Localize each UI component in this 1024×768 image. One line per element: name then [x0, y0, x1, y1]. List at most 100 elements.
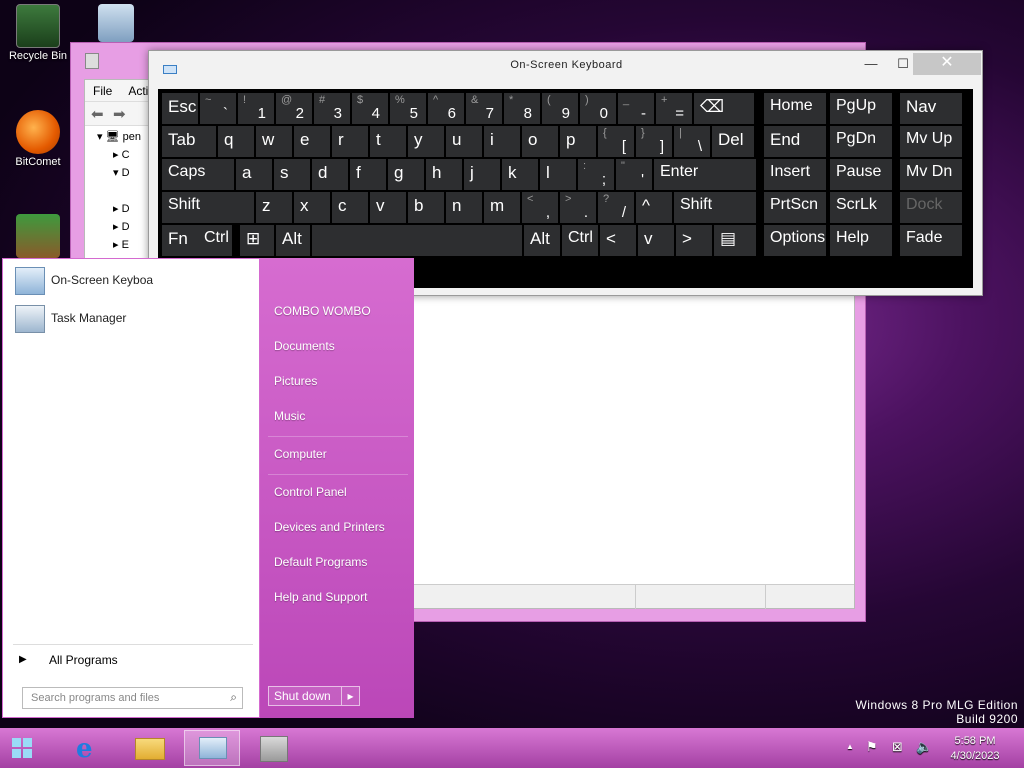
key-w[interactable]: w [256, 126, 292, 157]
key-symbol[interactable]: ? / [598, 192, 634, 223]
program-task-manager[interactable]: Task Manager [15, 303, 255, 337]
key-u[interactable]: u [446, 126, 482, 157]
key-symbol[interactable]: :; [578, 159, 614, 190]
key-symbol[interactable]: ⌫ [694, 93, 754, 124]
key-symbol[interactable]: ^ [636, 192, 672, 223]
back-arrow-icon[interactable]: ⬅ [91, 105, 104, 123]
key-enter[interactable]: Enter [654, 159, 756, 190]
key-f[interactable]: f [350, 159, 386, 190]
key-n[interactable]: n [446, 192, 482, 223]
desktop-icon-recycle-bin[interactable]: Recycle Bin [6, 4, 70, 62]
key-j[interactable]: j [464, 159, 500, 190]
key-dock[interactable]: Dock [900, 192, 962, 223]
key-symbol[interactable]: | \ [674, 126, 710, 157]
desktop-icon-bitcomet[interactable]: BitComet [6, 110, 70, 168]
key-symbol[interactable]: }] [636, 126, 672, 157]
key-c[interactable]: c [332, 192, 368, 223]
network-status-icon[interactable]: ⊠ [892, 739, 903, 755]
close-button[interactable]: ✕ [913, 53, 981, 75]
key-insert[interactable]: Insert [764, 159, 826, 190]
key-b[interactable]: b [408, 192, 444, 223]
key-page-down[interactable]: PgDn [830, 126, 892, 157]
key-s[interactable]: s [274, 159, 310, 190]
key-fade[interactable]: Fade [900, 225, 962, 256]
key-pause[interactable]: Pause [830, 159, 892, 190]
key-p[interactable]: p [560, 126, 596, 157]
taskbar-internet-explorer[interactable]: e [62, 730, 118, 766]
key-i[interactable]: i [484, 126, 520, 157]
key-move-down[interactable]: Mv Dn [900, 159, 962, 190]
key-symbol[interactable]: " ' [616, 159, 652, 190]
key-shift[interactable]: Shift [162, 192, 254, 223]
key-a[interactable]: a [236, 159, 272, 190]
key-alt[interactable]: Alt [276, 225, 310, 256]
key-scroll-lock[interactable]: ScrLk [830, 192, 892, 223]
tree-item[interactable]: ▸ D [113, 202, 130, 215]
key-move-up[interactable]: Mv Up [900, 126, 962, 157]
key-symbol[interactable]: {[ [598, 126, 634, 157]
key-symbol[interactable]: + = [656, 93, 692, 124]
key-shift[interactable]: Shift [674, 192, 756, 223]
tree-item[interactable]: ▸ E [113, 238, 129, 251]
taskbar-file-explorer[interactable] [122, 730, 178, 766]
key-symbol[interactable]: >. [560, 192, 596, 223]
key-home[interactable]: Home [764, 93, 826, 124]
start-link-help-and-support[interactable]: Help and Support [274, 590, 367, 604]
key-t[interactable]: t [370, 126, 406, 157]
key-help[interactable]: Help [830, 225, 892, 256]
start-button[interactable] [4, 730, 44, 766]
key-page-up[interactable]: PgUp [830, 93, 892, 124]
key-symbol[interactable]: ⊞ [240, 225, 274, 256]
program-on-screen-keyboard[interactable]: On-Screen Keyboa [15, 265, 255, 299]
key-end[interactable]: End [764, 126, 826, 157]
search-input[interactable]: Search programs and files ⌕ [22, 687, 243, 709]
start-link-pictures[interactable]: Pictures [274, 374, 317, 388]
key-y[interactable]: y [408, 126, 444, 157]
key-v[interactable]: v [638, 225, 674, 256]
forward-arrow-icon[interactable]: ➡ [113, 105, 126, 123]
start-link-music[interactable]: Music [274, 409, 305, 423]
key-4[interactable]: $4 [352, 93, 388, 124]
key-delete[interactable]: Del [712, 126, 754, 157]
minimize-button[interactable]: ― [857, 54, 885, 76]
start-link-computer[interactable]: Computer [274, 447, 327, 461]
key-d[interactable]: d [312, 159, 348, 190]
key-k[interactable]: k [502, 159, 538, 190]
key-symbol[interactable]: <, [522, 192, 558, 223]
key-9[interactable]: (9 [542, 93, 578, 124]
key-escape[interactable]: Esc [162, 93, 198, 124]
key-h[interactable]: h [426, 159, 462, 190]
taskbar-device-manager[interactable] [246, 730, 302, 766]
clock[interactable]: 5:58 PM 4/30/2023 [940, 734, 1010, 764]
key-symbol[interactable]: _ - [618, 93, 654, 124]
start-link-default-programs[interactable]: Default Programs [274, 555, 367, 569]
key-tab[interactable]: Tab [162, 126, 216, 157]
key-x[interactable]: x [294, 192, 330, 223]
tree-item[interactable]: ▾ 🖥 pen [97, 130, 141, 143]
key-6[interactable]: ^ 6 [428, 93, 464, 124]
key-r[interactable]: r [332, 126, 368, 157]
key-0[interactable]: ) 0 [580, 93, 616, 124]
start-link-documents[interactable]: Documents [274, 339, 335, 353]
key-3[interactable]: #3 [314, 93, 350, 124]
start-link-combo-wombo[interactable]: COMBO WOMBO [274, 304, 371, 318]
key-print-screen[interactable]: PrtScn [764, 192, 826, 223]
key-caps-lock[interactable]: Caps [162, 159, 234, 190]
key-symbol[interactable]: > [676, 225, 712, 256]
desktop-icon-gopher[interactable] [6, 214, 70, 260]
show-hidden-icons-chevron-icon[interactable]: ▲ [846, 742, 854, 751]
key-e[interactable]: e [294, 126, 330, 157]
volume-muted-icon[interactable]: 🔈 [916, 739, 932, 755]
start-link-control-panel[interactable]: Control Panel [274, 485, 347, 499]
key-ctrl[interactable]: Ctrl [198, 225, 232, 256]
desktop-icon-network[interactable] [84, 4, 148, 44]
key-ctrl[interactable]: Ctrl [562, 225, 598, 256]
key-q[interactable]: q [218, 126, 254, 157]
key-l[interactable]: l [540, 159, 576, 190]
key-o[interactable]: o [522, 126, 558, 157]
key-nav[interactable]: Nav [900, 93, 962, 124]
all-programs-button[interactable]: ▶ All Programs [17, 651, 247, 673]
tree-item[interactable]: ▾ D [113, 166, 130, 179]
key-z[interactable]: z [256, 192, 292, 223]
key-g[interactable]: g [388, 159, 424, 190]
